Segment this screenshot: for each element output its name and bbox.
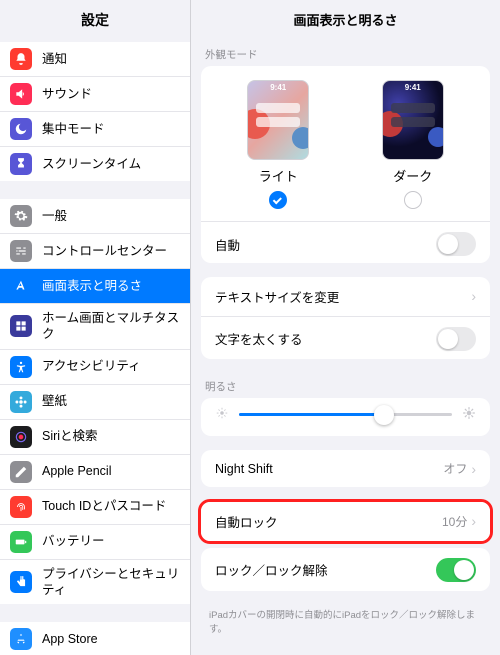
- sidebar-item-label: 一般: [42, 208, 180, 224]
- bold-toggle[interactable]: [436, 327, 476, 351]
- brightness-header: 明るさ: [191, 373, 500, 398]
- sidebar-item-label: サウンド: [42, 86, 180, 102]
- pencil-icon: [10, 461, 32, 483]
- appearance-dark[interactable]: 9:41 ダーク: [382, 80, 444, 209]
- sidebar-item-label: 壁紙: [42, 393, 180, 409]
- lock-unlock-row[interactable]: ロック／ロック解除: [201, 548, 490, 591]
- light-preview: 9:41: [247, 80, 309, 160]
- battery-icon: [10, 531, 32, 553]
- sidebar-item-label: Touch IDとパスコード: [42, 498, 180, 514]
- text-size-icon: [10, 275, 32, 297]
- sidebar-item-sound[interactable]: サウンド: [0, 77, 190, 112]
- lock-footer: iPadカバーの開閉時に自動的にiPadをロック／ロック解除します。: [191, 605, 500, 635]
- sidebar-item-battery[interactable]: バッテリー: [0, 525, 190, 560]
- sidebar-item-label: ホーム画面とマルチタスク: [42, 310, 180, 343]
- text-card: テキストサイズを変更 › 文字を太くする: [201, 277, 490, 360]
- brightness-card: [201, 398, 490, 436]
- dark-label: ダーク: [393, 166, 432, 185]
- detail-title: 画面表示と明るさ: [191, 0, 500, 41]
- sidebar-item-label: Siriと検索: [42, 428, 180, 444]
- bold-text-row[interactable]: 文字を太くする: [201, 316, 490, 360]
- chevron-right-icon: ›: [471, 513, 476, 529]
- sidebar-item-touchid[interactable]: Touch IDとパスコード: [0, 490, 190, 525]
- auto-row[interactable]: 自動: [201, 221, 490, 263]
- appearance-light[interactable]: 9:41 ライト: [247, 80, 309, 209]
- sidebar-item-label: プライバシーとセキュリティ: [42, 566, 180, 599]
- light-label: ライト: [259, 166, 298, 185]
- sidebar-item-label: 通知: [42, 51, 180, 67]
- sidebar-item-privacy[interactable]: プライバシーとセキュリティ: [0, 560, 190, 605]
- sidebar-item-accessibility[interactable]: アクセシビリティ: [0, 350, 190, 385]
- flower-icon: [10, 391, 32, 413]
- autolock-highlight: 自動ロック 10分 ›: [198, 499, 493, 544]
- appearance-card: 9:41 ライト 9:41 ダーク: [201, 66, 490, 263]
- chevron-right-icon: ›: [471, 461, 476, 477]
- moon-icon: [10, 118, 32, 140]
- sidebar-item-screentime[interactable]: スクリーンタイム: [0, 147, 190, 181]
- sidebar-item-display[interactable]: 画面表示と明るさ: [0, 269, 190, 304]
- brightness-slider[interactable]: [239, 413, 452, 416]
- lock-unlock-toggle[interactable]: [436, 558, 476, 582]
- sidebar-item-label: App Store: [42, 631, 180, 647]
- sidebar-item-label: バッテリー: [42, 533, 180, 549]
- dark-preview: 9:41: [382, 80, 444, 160]
- speaker-icon: [10, 83, 32, 105]
- gear-icon: [10, 205, 32, 227]
- sidebar-item-label: アクセシビリティ: [42, 358, 180, 374]
- sidebar-item-wallpaper[interactable]: 壁紙: [0, 385, 190, 420]
- lock-card: ロック／ロック解除: [201, 548, 490, 591]
- accessibility-icon: [10, 356, 32, 378]
- auto-toggle[interactable]: [436, 232, 476, 256]
- sidebar-item-notifications[interactable]: 通知: [0, 42, 190, 77]
- sidebar-item-general[interactable]: 一般: [0, 199, 190, 234]
- sidebar-item-siri[interactable]: Siriと検索: [0, 420, 190, 455]
- fingerprint-icon: [10, 496, 32, 518]
- siri-icon: [10, 426, 32, 448]
- bell-icon: [10, 48, 32, 70]
- nightshift-card: Night Shift オフ ›: [201, 450, 490, 486]
- dark-radio[interactable]: [404, 191, 422, 209]
- sidebar-item-label: スクリーンタイム: [42, 156, 180, 172]
- sidebar-item-label: 集中モード: [42, 121, 180, 137]
- autolock-row[interactable]: 自動ロック 10分 ›: [201, 502, 490, 541]
- sidebar-item-controlcenter[interactable]: コントロールセンター: [0, 234, 190, 269]
- sliders-icon: [10, 240, 32, 262]
- nightshift-row[interactable]: Night Shift オフ ›: [201, 450, 490, 486]
- text-size-row[interactable]: テキストサイズを変更 ›: [201, 277, 490, 316]
- detail-pane: 画面表示と明るさ 外観モード 9:41 ライト 9:41: [190, 0, 500, 655]
- sun-large-icon: [462, 406, 476, 423]
- sidebar-item-appstore[interactable]: App Store: [0, 622, 190, 655]
- sidebar-item-focus[interactable]: 集中モード: [0, 112, 190, 147]
- settings-sidebar: 設定 通知 サウンド 集中モード スクリーンタイム: [0, 0, 190, 655]
- sidebar-item-label: コントロールセンター: [42, 243, 180, 259]
- sun-small-icon: [215, 406, 229, 423]
- hand-icon: [10, 571, 32, 593]
- sidebar-title: 設定: [0, 0, 190, 42]
- light-radio[interactable]: [269, 191, 287, 209]
- sidebar-item-pencil[interactable]: Apple Pencil: [0, 455, 190, 490]
- grid-icon: [10, 315, 32, 337]
- sidebar-item-home[interactable]: ホーム画面とマルチタスク: [0, 304, 190, 350]
- hourglass-icon: [10, 153, 32, 175]
- chevron-right-icon: ›: [471, 288, 476, 304]
- appearance-header: 外観モード: [191, 41, 500, 66]
- appstore-icon: [10, 628, 32, 650]
- sidebar-item-label: 画面表示と明るさ: [42, 278, 180, 294]
- sidebar-item-label: Apple Pencil: [42, 463, 180, 479]
